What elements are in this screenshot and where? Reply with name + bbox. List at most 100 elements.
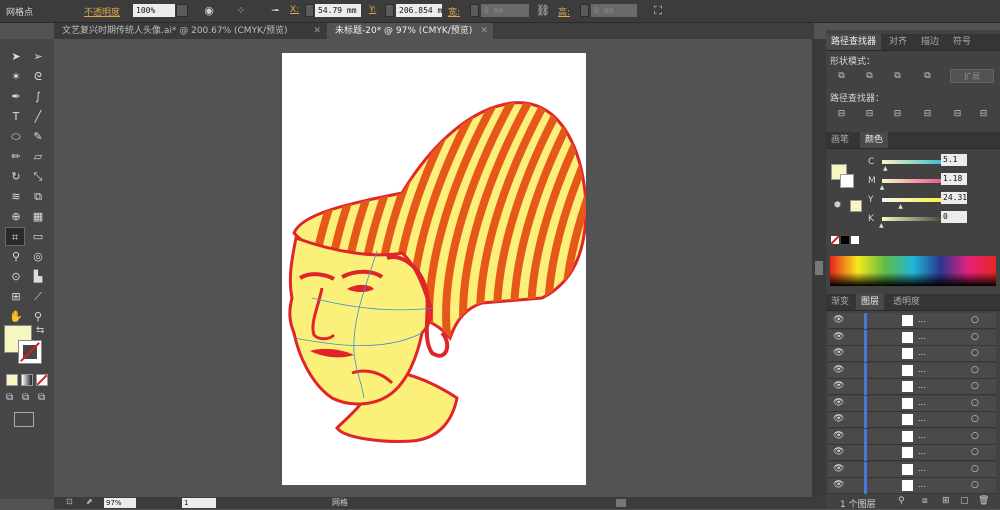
align-to-icon[interactable]: ╼ bbox=[267, 3, 283, 19]
locate-object-icon[interactable]: ⚲ bbox=[898, 496, 905, 506]
crop-icon[interactable]: ⊟ bbox=[920, 108, 935, 120]
draw-mode-icon[interactable]: ⧉ bbox=[6, 392, 13, 403]
tab-symbols[interactable]: 符号 bbox=[948, 34, 976, 50]
swap-fill-stroke-icon[interactable]: ⇆ bbox=[36, 325, 44, 336]
visibility-eye-icon[interactable]: 👁 bbox=[833, 431, 844, 441]
height-input[interactable]: 0 mm bbox=[591, 4, 637, 17]
tab-gradient[interactable]: 渐变 bbox=[826, 294, 854, 310]
white-color-swatch[interactable] bbox=[851, 236, 859, 244]
target-circle-icon[interactable]: ○ bbox=[971, 480, 979, 490]
layer-row[interactable]: 👁... ○ bbox=[828, 346, 996, 362]
black-slider-thumb[interactable]: ▲ bbox=[879, 222, 884, 229]
target-circle-icon[interactable]: ○ bbox=[971, 348, 979, 358]
recolor-artwork-icon[interactable]: ◉ bbox=[201, 3, 217, 19]
visibility-eye-icon[interactable]: 👁 bbox=[833, 348, 844, 358]
curvature-tool-icon[interactable]: ∫ bbox=[28, 87, 48, 106]
black-value-input[interactable]: 0 bbox=[941, 211, 967, 223]
tab-color[interactable]: 颜色 bbox=[860, 132, 889, 148]
layer-name[interactable]: ... bbox=[918, 332, 926, 341]
layer-row[interactable]: 👁... ○ bbox=[828, 412, 996, 428]
free-transform-tool-icon[interactable]: ⧉ bbox=[28, 187, 48, 206]
layer-name[interactable]: ... bbox=[918, 464, 926, 473]
visibility-eye-icon[interactable]: 👁 bbox=[833, 365, 844, 375]
layer-name[interactable]: ... bbox=[918, 447, 926, 456]
yellow-value-input[interactable]: 24.31 bbox=[941, 192, 967, 204]
color-spectrum[interactable] bbox=[830, 256, 996, 286]
none-color-swatch[interactable] bbox=[831, 236, 839, 244]
blend-tool-icon[interactable]: ◎ bbox=[28, 247, 48, 266]
column-graph-tool-icon[interactable]: ▙ bbox=[28, 267, 48, 286]
y-input[interactable]: 206.854 m bbox=[396, 4, 442, 17]
perspective-grid-tool-icon[interactable]: ▦ bbox=[28, 207, 48, 226]
pencil-tool-icon[interactable]: ✏ bbox=[6, 147, 26, 166]
close-icon[interactable]: ✕ bbox=[313, 23, 321, 39]
close-icon[interactable]: ✕ bbox=[480, 23, 488, 39]
cyan-value-input[interactable]: 5.1 bbox=[941, 154, 967, 166]
last-color-swatch[interactable] bbox=[850, 200, 862, 212]
layer-name[interactable]: ... bbox=[918, 348, 926, 357]
layer-name[interactable]: ... bbox=[918, 480, 926, 489]
layer-name[interactable]: ... bbox=[918, 414, 926, 423]
vertical-scrollbar[interactable] bbox=[812, 39, 826, 499]
color-mode-icon[interactable] bbox=[6, 374, 18, 386]
layer-row[interactable]: 👁... ○ bbox=[828, 362, 996, 379]
layer-row[interactable]: 👁... ○ bbox=[828, 313, 996, 329]
divide-icon[interactable]: ⊟ bbox=[834, 108, 849, 120]
paintbrush-tool-icon[interactable]: ✎ bbox=[28, 127, 48, 146]
reference-point-icon[interactable]: ⁘ bbox=[233, 3, 249, 19]
warp-tool-icon[interactable]: ≋ bbox=[6, 187, 26, 206]
opacity-dropdown-button[interactable] bbox=[176, 4, 188, 17]
merge-icon[interactable]: ⊟ bbox=[890, 108, 905, 120]
tab-layers[interactable]: 图层 bbox=[856, 294, 885, 310]
magenta-value-input[interactable]: 1.18 bbox=[941, 173, 967, 185]
screen-mode-icon[interactable] bbox=[14, 412, 34, 427]
unite-icon[interactable]: ⧉ bbox=[834, 70, 849, 82]
exclude-icon[interactable]: ⧉ bbox=[920, 70, 935, 82]
outline-icon[interactable]: ⊟ bbox=[950, 108, 965, 120]
lasso-tool-icon[interactable]: ᘓ bbox=[28, 67, 48, 86]
make-clipping-mask-icon[interactable]: ⧈ bbox=[922, 496, 928, 506]
layer-name[interactable]: ... bbox=[918, 398, 926, 407]
minus-back-icon[interactable]: ⊟ bbox=[976, 108, 991, 120]
target-circle-icon[interactable]: ○ bbox=[971, 332, 979, 342]
trim-icon[interactable]: ⊟ bbox=[862, 108, 877, 120]
constrain-proportions-icon[interactable]: ⛓ bbox=[535, 3, 551, 19]
intersect-icon[interactable]: ⧉ bbox=[890, 70, 905, 82]
cyan-slider-thumb[interactable]: ▲ bbox=[883, 165, 888, 172]
black-color-swatch[interactable] bbox=[841, 236, 849, 244]
target-circle-icon[interactable]: ○ bbox=[971, 315, 979, 325]
transform-icon[interactable]: ⛶ bbox=[650, 3, 666, 19]
magic-wand-tool-icon[interactable]: ✶ bbox=[6, 67, 26, 86]
share-icon[interactable]: ⬈ bbox=[86, 497, 93, 506]
hand-tool-icon[interactable]: ✋ bbox=[6, 307, 26, 326]
artboard-page-input[interactable]: 1 bbox=[182, 498, 216, 508]
scale-tool-icon[interactable]: ⤡ bbox=[28, 167, 48, 186]
shape-builder-tool-icon[interactable]: ⊕ bbox=[6, 207, 26, 226]
eyedropper-tool-icon[interactable]: ⚲ bbox=[6, 247, 26, 266]
x-input[interactable]: 54.79 mm bbox=[315, 4, 361, 17]
line-tool-icon[interactable]: ╱ bbox=[28, 107, 48, 126]
target-circle-icon[interactable]: ○ bbox=[971, 365, 979, 375]
height-spinner[interactable] bbox=[580, 4, 589, 17]
rotate-tool-icon[interactable]: ↻ bbox=[6, 167, 26, 186]
layer-name[interactable]: ... bbox=[918, 315, 926, 324]
layer-name[interactable]: ... bbox=[918, 431, 926, 440]
tab-transparency[interactable]: 透明度 bbox=[888, 294, 925, 310]
color-stroke-swatch[interactable] bbox=[840, 174, 854, 188]
layer-name[interactable]: ... bbox=[918, 381, 926, 390]
tab-brushes[interactable]: 画笔 bbox=[826, 132, 854, 148]
layer-row[interactable]: 👁... ○ bbox=[828, 428, 996, 445]
zoom-tool-icon[interactable]: ⚲ bbox=[28, 307, 48, 326]
none-mode-icon[interactable] bbox=[36, 374, 48, 386]
type-tool-icon[interactable]: T bbox=[6, 107, 26, 126]
width-input[interactable]: 0 mm bbox=[481, 4, 529, 17]
symbol-sprayer-tool-icon[interactable]: ⊙ bbox=[6, 267, 26, 286]
layer-row[interactable]: 👁... ○ bbox=[828, 445, 996, 461]
layer-name[interactable]: ... bbox=[918, 365, 926, 374]
new-sublayer-icon[interactable]: ⊞ bbox=[942, 496, 950, 506]
y-spinner[interactable] bbox=[385, 4, 394, 17]
target-circle-icon[interactable]: ○ bbox=[971, 464, 979, 474]
draw-inside-icon[interactable]: ⧉ bbox=[38, 392, 45, 403]
artboard-nav-icon[interactable]: ⊡ bbox=[66, 497, 73, 506]
x-spinner[interactable] bbox=[305, 4, 314, 17]
